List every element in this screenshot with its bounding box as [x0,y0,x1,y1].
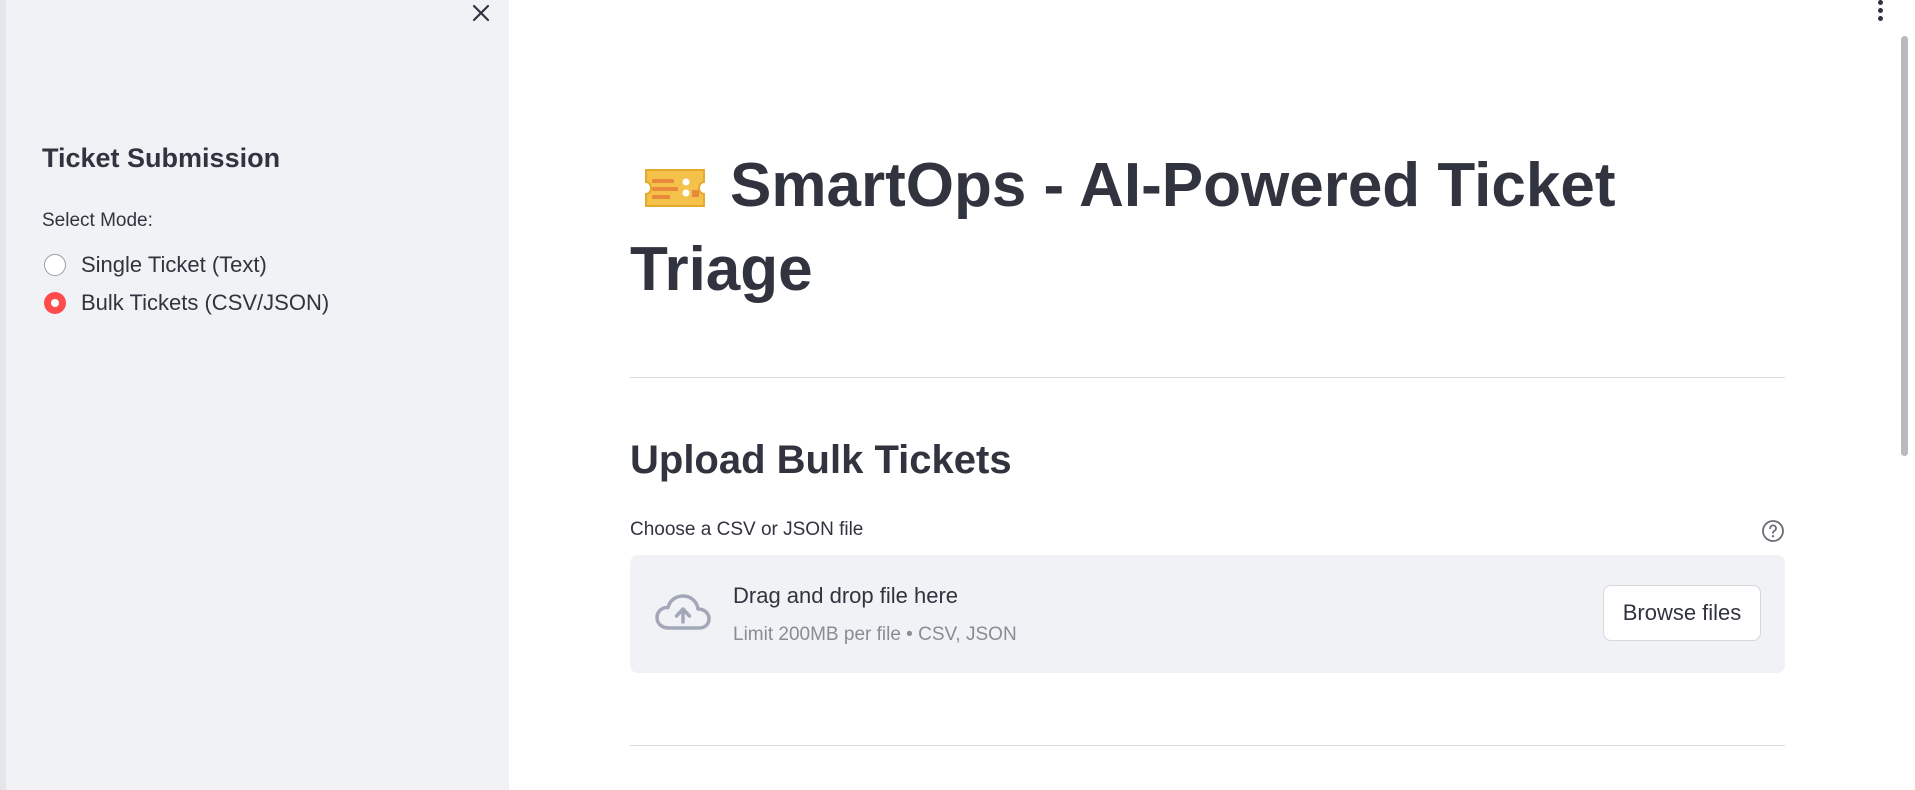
ticket-icon [642,150,708,230]
uploader-label: Choose a CSV or JSON file [630,519,864,540]
mode-label: Select Mode: [42,210,153,231]
radio-option-bulk-tickets[interactable]: Bulk Tickets (CSV/JSON) [44,290,329,316]
browse-files-button[interactable]: Browse files [1603,585,1761,641]
file-dropzone[interactable]: Drag and drop file here Limit 200MB per … [630,555,1785,673]
scrollbar-thumb[interactable] [1901,36,1908,456]
page-title: SmartOps - AI-Powered Ticket Triage [630,151,1616,304]
dropzone-title: Drag and drop file here [733,583,959,608]
sidebar: Ticket Submission Select Mode: Single Ti… [0,0,509,790]
page-title-block: SmartOps - AI-Powered Ticket Triage [630,146,1770,310]
radio-option-single-ticket[interactable]: Single Ticket (Text) [44,252,267,278]
main-menu-button[interactable] [1874,0,1888,22]
radio-label: Single Ticket (Text) [81,252,267,277]
kebab-menu-icon [1878,0,1883,5]
dropzone-limit-text: Limit 200MB per file • CSV, JSON [733,624,1017,645]
cloud-upload-icon [655,594,711,630]
scrollbar[interactable] [1901,36,1908,456]
radio-label: Bulk Tickets (CSV/JSON) [81,290,330,315]
radio-button[interactable] [44,254,66,276]
close-icon [472,4,490,22]
close-sidebar-button[interactable] [467,0,495,26]
radio-button-selected[interactable] [44,292,66,314]
divider [630,745,1785,746]
section-title: Upload Bulk Tickets [630,438,1012,482]
divider [630,377,1785,378]
sidebar-title: Ticket Submission [42,143,281,173]
help-icon[interactable] [1761,519,1785,543]
